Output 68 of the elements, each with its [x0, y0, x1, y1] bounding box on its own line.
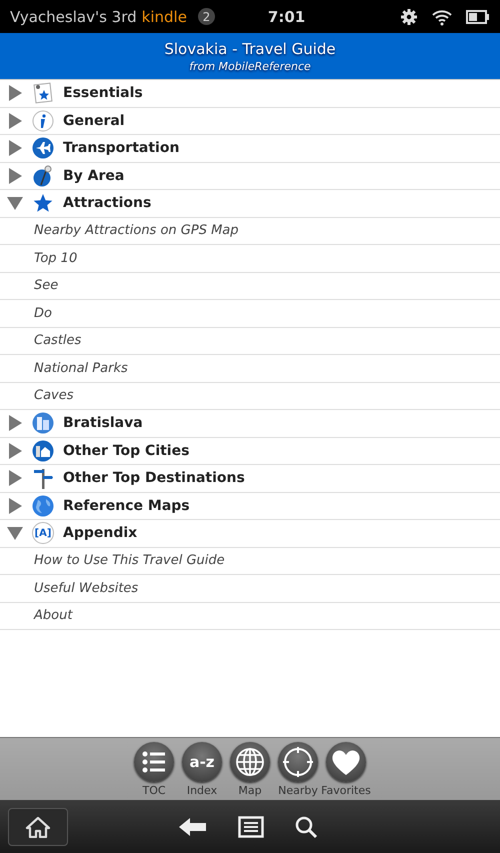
- brand-label: kindle: [142, 8, 187, 26]
- expand-triangle-icon[interactable]: [7, 470, 23, 486]
- globe-icon: [32, 494, 54, 517]
- list-icon: [141, 749, 167, 775]
- app-subtitle: from MobileReference: [188, 60, 312, 72]
- clock-time: 7:01: [268, 8, 306, 26]
- section-label: Transportation: [63, 140, 180, 156]
- search-icon[interactable]: [294, 814, 318, 838]
- star-icon: [32, 192, 54, 214]
- section-label: Other Top Cities: [63, 442, 190, 459]
- topic-item[interactable]: Nearby Attractions on GPS Map: [0, 218, 500, 245]
- note-star-icon: [32, 82, 54, 104]
- info-icon: [32, 110, 54, 132]
- section-label: Other Top Destinations: [63, 470, 245, 486]
- expand-triangle-icon[interactable]: [7, 168, 23, 184]
- section-row[interactable]: Attractions: [0, 190, 500, 218]
- expand-triangle-icon[interactable]: [7, 415, 23, 432]
- menu-icon[interactable]: [238, 816, 264, 838]
- pin-icon: [32, 164, 54, 187]
- section-label: General: [63, 112, 125, 129]
- topic-item[interactable]: Castles: [0, 328, 500, 355]
- section-label: Attractions: [63, 195, 152, 212]
- home-button[interactable]: [8, 808, 68, 846]
- topic-item[interactable]: About: [0, 602, 500, 630]
- section-row[interactable]: Reference Maps: [0, 492, 500, 520]
- signpost-icon: [32, 467, 54, 490]
- section-row[interactable]: [A] Appendix: [0, 520, 500, 548]
- section-row[interactable]: Bratislava: [0, 410, 500, 438]
- wifi-icon[interactable]: [431, 8, 453, 26]
- topic-item[interactable]: Useful Websites: [0, 575, 500, 602]
- settings-icon[interactable]: [400, 8, 418, 26]
- topic-item[interactable]: National Parks: [0, 355, 500, 382]
- section-label: Bratislava: [63, 415, 143, 432]
- section-row[interactable]: By Area: [0, 162, 500, 190]
- globe-icon: [235, 747, 265, 777]
- expand-triangle-icon[interactable]: [7, 85, 23, 102]
- airplane-icon: [32, 137, 54, 160]
- section-label: Appendix: [63, 525, 138, 542]
- section-row[interactable]: Other Top Cities: [0, 438, 500, 465]
- section-label: Essentials: [63, 85, 143, 102]
- buildings-icon: [32, 412, 54, 434]
- heart-icon: [331, 748, 361, 776]
- house-icon: [32, 440, 54, 462]
- collapse-triangle-icon[interactable]: [7, 525, 23, 542]
- expand-triangle-icon[interactable]: [7, 112, 23, 129]
- section-label: By Area: [63, 168, 124, 184]
- device-name: Vyacheslav's 3rd: [10, 8, 137, 26]
- topic-item[interactable]: Do: [0, 300, 500, 328]
- app-title: Slovakia - Travel Guide: [163, 40, 337, 58]
- collapse-triangle-icon[interactable]: [7, 195, 23, 212]
- topic-item[interactable]: How to Use This Travel Guide: [0, 548, 500, 575]
- expand-triangle-icon[interactable]: [7, 442, 23, 459]
- topic-item[interactable]: Top 10: [0, 245, 500, 272]
- bracket-a-icon: [A]: [32, 522, 54, 544]
- section-row[interactable]: Essentials: [0, 80, 500, 108]
- notification-count[interactable]: 2: [198, 8, 215, 25]
- battery-icon[interactable]: [466, 10, 490, 24]
- expand-triangle-icon[interactable]: [7, 498, 23, 514]
- topic-item[interactable]: Caves: [0, 382, 500, 410]
- section-label: Reference Maps: [63, 498, 190, 514]
- expand-triangle-icon[interactable]: [7, 140, 23, 156]
- home-icon: [25, 816, 51, 838]
- back-arrow-icon[interactable]: [178, 816, 208, 836]
- section-row[interactable]: Transportation: [0, 135, 500, 162]
- crosshair-icon: [282, 746, 314, 778]
- section-row[interactable]: General: [0, 108, 500, 135]
- topic-item[interactable]: See: [0, 272, 500, 300]
- section-row[interactable]: Other Top Destinations: [0, 465, 500, 492]
